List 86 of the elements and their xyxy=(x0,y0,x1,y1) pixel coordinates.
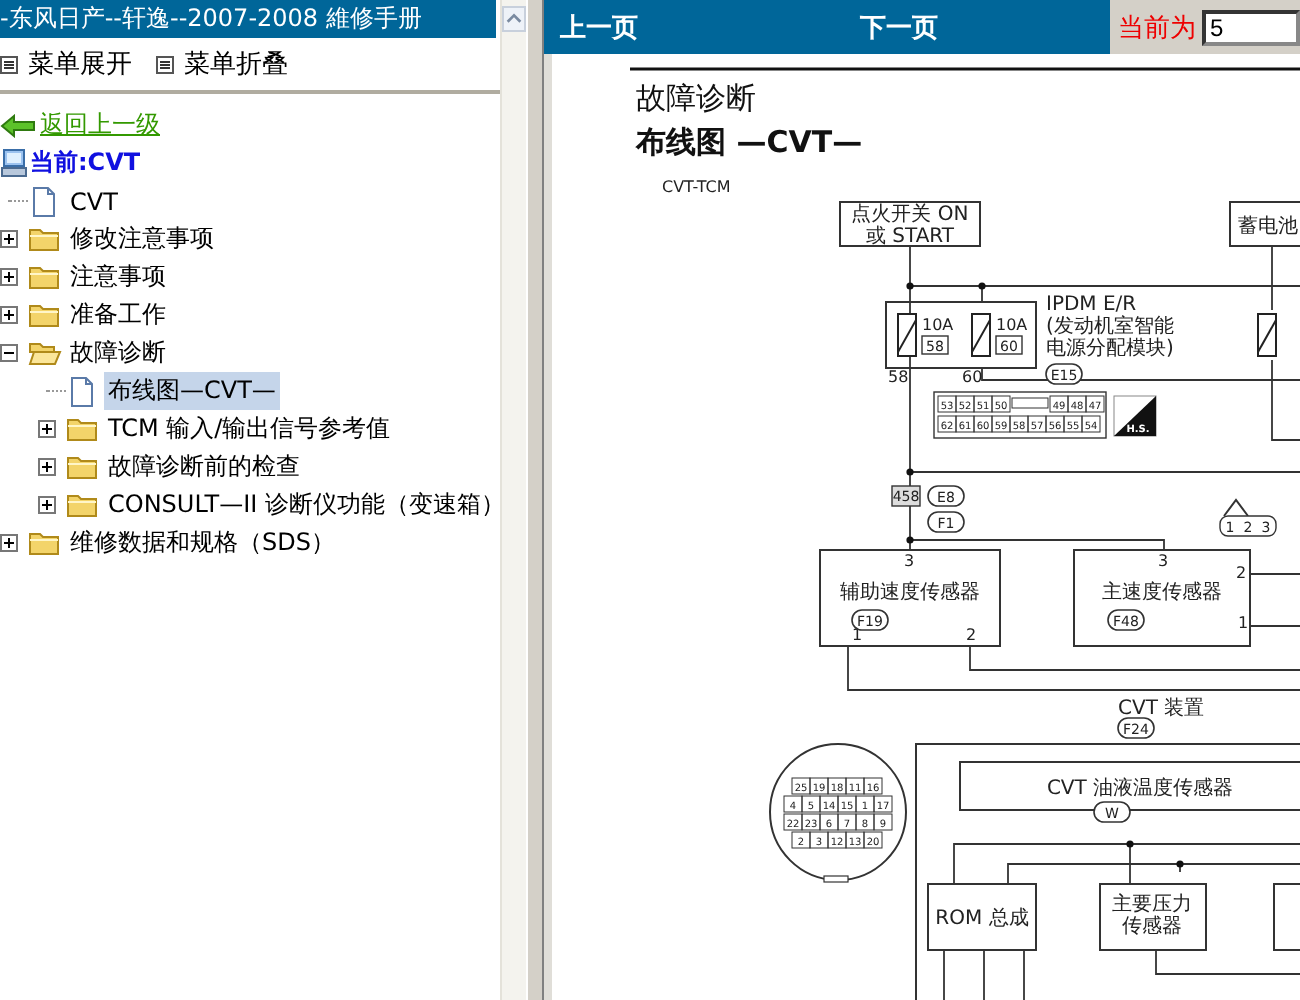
scroll-up-icon xyxy=(502,6,526,32)
pin-number: 60 xyxy=(962,368,983,386)
folder-icon xyxy=(66,414,100,444)
fuse-icon xyxy=(897,313,917,357)
expand-menu-button[interactable]: 菜单展开 xyxy=(0,46,132,82)
diagram-label: CVT-TCM xyxy=(662,178,731,196)
component-label: 主速度传感器 xyxy=(1102,582,1222,604)
pin-number: 3 xyxy=(1158,552,1169,570)
wire xyxy=(983,949,985,1000)
folder-icon xyxy=(66,490,100,520)
diagram-title: 布线图 —CVT— xyxy=(636,124,863,160)
collapse-icon[interactable] xyxy=(0,344,18,362)
tree-item[interactable]: 故障诊断前的检查 xyxy=(104,448,304,486)
component-label: 传感器 xyxy=(1122,916,1182,938)
page-input[interactable]: 5 xyxy=(1202,9,1300,45)
collapse-menu-button[interactable]: 菜单折叠 xyxy=(156,46,288,82)
expand-icon[interactable] xyxy=(38,458,56,476)
component-label: CVT 油液温度传感器 xyxy=(1046,778,1234,800)
wire xyxy=(1249,625,1300,627)
tree-item[interactable]: 修改注意事项 xyxy=(66,220,218,258)
wire xyxy=(943,949,945,1000)
pin-number: 1 xyxy=(1238,614,1249,632)
expand-icon[interactable] xyxy=(0,534,18,552)
fuse-rating: 10A xyxy=(996,316,1028,334)
fuse-rating: 10A xyxy=(922,316,954,334)
back-link[interactable]: 返回上一级 xyxy=(40,108,160,142)
pin-number: 2 xyxy=(966,626,977,644)
wire xyxy=(1023,949,1025,1000)
expand-icon[interactable] xyxy=(0,268,18,286)
component-box xyxy=(927,883,1037,951)
module-label: (发动机室智能 xyxy=(1046,316,1174,338)
junction-dot xyxy=(906,282,914,290)
back-arrow-icon xyxy=(0,113,36,137)
next-page-link[interactable]: 下一页 xyxy=(860,9,1110,45)
expand-icon[interactable] xyxy=(38,496,56,514)
tree-item[interactable]: CVT xyxy=(66,185,122,217)
component-label: 蓄电池 xyxy=(1238,216,1298,238)
component-box xyxy=(1273,883,1300,951)
module-label: IPDM E/R xyxy=(1046,294,1137,316)
pin-number: 2 xyxy=(1236,564,1247,582)
component-label: 辅助速度传感器 xyxy=(840,582,980,604)
triangle-mark xyxy=(1223,498,1249,517)
folder-icon xyxy=(66,452,100,482)
fuse-icon xyxy=(971,313,991,357)
previous-page-link[interactable]: 上一页 xyxy=(544,9,860,45)
folder-icon xyxy=(28,262,62,292)
menu-icon xyxy=(0,55,18,73)
scrollbar[interactable] xyxy=(500,0,526,1000)
computer-icon xyxy=(0,148,28,178)
tree-item[interactable]: TCM 输入/输出信号参考值 xyxy=(104,410,395,448)
junction-dot xyxy=(1126,840,1134,848)
wire xyxy=(1249,573,1300,575)
expand-icon[interactable] xyxy=(0,230,18,248)
fuse-icon xyxy=(1257,313,1277,357)
pin-number: 58 xyxy=(888,368,909,386)
junction-dot xyxy=(906,468,914,476)
component-label: 或 START xyxy=(865,226,955,248)
tree-item[interactable]: 布线图—CVT— xyxy=(104,372,280,410)
tree-item[interactable]: 故障诊断 xyxy=(66,334,170,372)
folder-icon xyxy=(28,224,62,254)
unit-label: CVT 装置 xyxy=(1118,698,1205,720)
tree-item[interactable]: 维修数据和规格（SDS） xyxy=(66,524,339,562)
pin-number: 3 xyxy=(904,552,915,570)
page-label: 当前为 xyxy=(1118,11,1196,45)
tree-item[interactable]: 注意事项 xyxy=(66,258,170,296)
junction-dot xyxy=(906,536,914,544)
component-box xyxy=(839,201,981,247)
folder-icon xyxy=(28,300,62,330)
tree-item[interactable]: CONSULT—II 诊断仪功能（变速箱） xyxy=(104,486,500,524)
component-label: 主要压力 xyxy=(1112,894,1192,916)
component-label: ROM 总成 xyxy=(935,908,1029,930)
expand-icon[interactable] xyxy=(38,420,56,438)
expand-icon[interactable] xyxy=(0,306,18,324)
manual-title: -东风日产--轩逸--2007-2008 維修手册 xyxy=(0,0,496,38)
component-label: 点火开关 ON xyxy=(851,204,969,226)
folder-icon xyxy=(28,528,62,558)
component-box xyxy=(1229,201,1300,247)
current-node-label: 当前:CVT xyxy=(30,146,141,180)
section-heading: 故障诊断 xyxy=(636,80,756,116)
junction-dot xyxy=(978,282,986,290)
component-box xyxy=(1099,883,1207,951)
menu-icon xyxy=(156,55,174,73)
module-label: 电源分配模块) xyxy=(1046,338,1174,360)
tree-item[interactable]: 准备工作 xyxy=(66,296,170,334)
junction-dot xyxy=(1176,860,1184,868)
folder-icon xyxy=(28,338,62,368)
